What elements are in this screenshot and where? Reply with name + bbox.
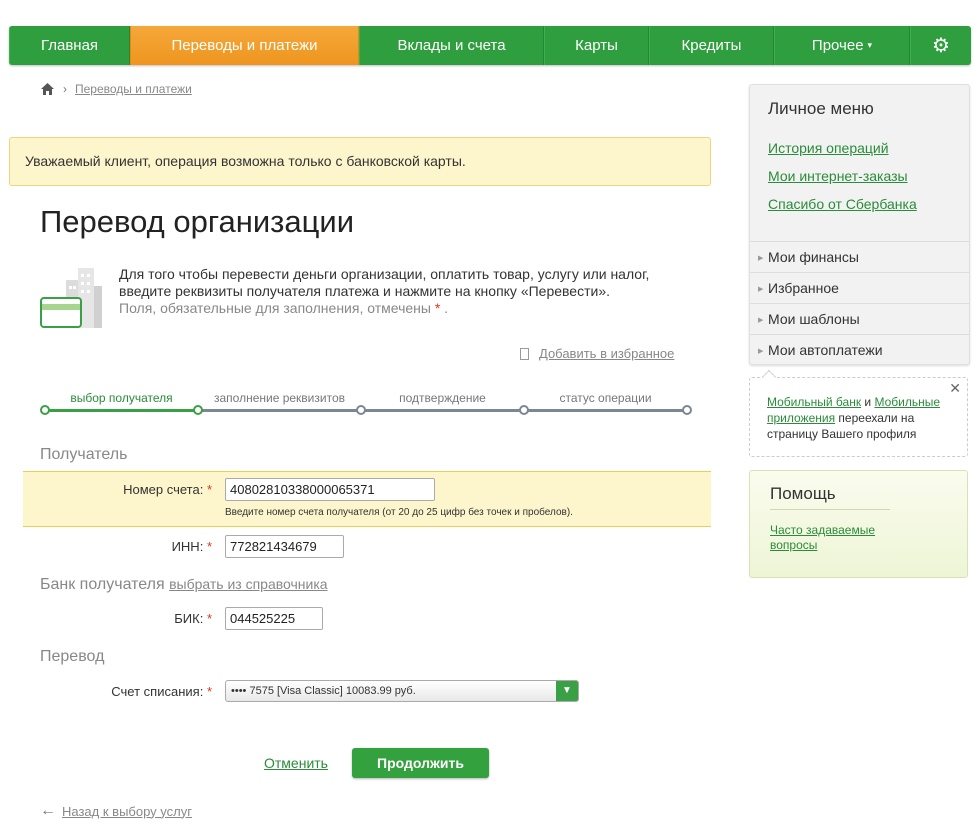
back-link[interactable]: ← Назад к выбору услуг [40, 802, 192, 820]
faq-link[interactable]: Часто задаваемые вопросы [770, 523, 910, 553]
favorite-label[interactable]: Добавить в избранное [539, 346, 674, 361]
nav-credits[interactable]: Кредиты [649, 26, 774, 65]
bik-label-text: БИК: [174, 611, 204, 626]
notice-pointer [761, 369, 777, 385]
required-star: * [206, 684, 212, 699]
organization-card-icon [40, 266, 104, 330]
internet-orders-link[interactable]: Мои интернет-заказы [768, 168, 908, 184]
breadcrumb-transfers[interactable]: Переводы и платежи [75, 82, 192, 96]
account-number-input[interactable] [225, 478, 435, 501]
inn-label-text: ИНН: [171, 539, 204, 554]
personal-menu: Личное меню История операций Мои интерне… [749, 84, 970, 365]
breadcrumb: › Переводы и платежи [40, 82, 192, 96]
inn-label: ИНН: * [40, 539, 212, 554]
chevron-down-icon: ▾ [867, 40, 873, 50]
section-bank: Банк получателя выбрать из справочника [40, 576, 328, 594]
nav-deposits[interactable]: Вклады и счета [359, 26, 544, 65]
nav-cards[interactable]: Карты [544, 26, 649, 65]
required-star: * [206, 482, 212, 497]
gear-icon: ⚙ [932, 35, 950, 57]
mobile-notice: ✕ Мобильный банк и Мобильные приложения … [749, 369, 968, 457]
close-icon[interactable]: ✕ [949, 380, 961, 396]
nav-transfers[interactable]: Переводы и платежи [130, 26, 359, 65]
cancel-link[interactable]: Отменить [264, 755, 328, 771]
intro-main: Для того чтобы перевести деньги организа… [119, 266, 650, 299]
page-title: Перевод организации [40, 204, 355, 239]
step-label-4: статус операции [559, 391, 652, 405]
main-nav: Главная Переводы и платежи Вклады и счет… [9, 26, 971, 65]
favorite-link[interactable]: Добавить в избранное [520, 346, 674, 361]
menu-templates-label: Мои шаблоны [768, 311, 860, 327]
bik-label: БИК: * [40, 611, 212, 626]
menu-finances[interactable]: ▶ Мои финансы [750, 241, 969, 272]
nav-credits-label: Кредиты [681, 37, 742, 54]
home-icon[interactable] [40, 82, 55, 96]
required-note-dot: . [444, 300, 449, 316]
bookmark-icon [520, 347, 529, 360]
nav-transfers-label: Переводы и платежи [171, 37, 318, 54]
progress-line-todo [198, 409, 690, 412]
required-star: * [434, 300, 441, 316]
menu-templates[interactable]: ▶ Мои шаблоны [750, 303, 969, 334]
menu-finances-label: Мои финансы [768, 249, 859, 265]
back-label[interactable]: Назад к выбору услуг [62, 804, 192, 819]
arrow-left-icon: ← [40, 802, 56, 819]
step-label-2: заполнение реквизитов [213, 391, 345, 405]
step-dot-1 [40, 405, 50, 415]
required-star: * [206, 611, 212, 626]
account-hint: Введите номер счета получателя (от 20 до… [225, 507, 573, 518]
menu-autopayments-label: Мои автоплатежи [768, 342, 883, 358]
help-box: Помощь Часто задаваемые вопросы [749, 470, 968, 578]
nav-more-label: Прочее [811, 37, 864, 54]
required-note: Поля, обязательные для заполнения, отмеч… [119, 300, 448, 316]
progress-steps: выбор получателя заполнение реквизитов п… [40, 388, 695, 418]
step-dot-5 [682, 405, 692, 415]
account-label-text: Номер счета: [123, 482, 204, 497]
menu-favorites-label: Избранное [768, 280, 839, 296]
nav-home-label: Главная [40, 37, 99, 54]
menu-autopayments[interactable]: ▶ Мои автоплатежи [750, 334, 969, 365]
section-bank-title: Банк получателя [40, 576, 165, 593]
account-label: Номер счета: * [40, 482, 212, 497]
help-title: Помощь [770, 484, 836, 503]
source-account-value: •••• 7575 [Visa Classic] 10083.99 руб. [231, 685, 416, 697]
personal-menu-title: Личное меню [768, 99, 874, 118]
section-transfer: Перевод [40, 648, 105, 665]
mobile-bank-link[interactable]: Мобильный банк [767, 395, 861, 409]
continue-button[interactable]: Продолжить [352, 748, 489, 778]
history-link[interactable]: История операций [768, 140, 889, 156]
thanks-link[interactable]: Спасибо от Сбербанка [768, 196, 917, 212]
nav-deposits-label: Вклады и счета [397, 37, 506, 54]
step-label-1: выбор получателя [70, 391, 173, 405]
chevron-right-icon: › [63, 82, 67, 96]
nav-more[interactable]: Прочее ▾ [774, 26, 910, 65]
section-recipient: Получатель [40, 446, 128, 463]
inn-input[interactable] [225, 535, 344, 558]
triangle-right-icon: ▶ [758, 348, 764, 355]
step-dot-3 [356, 405, 366, 415]
required-note-text: Поля, обязательные для заполнения, отмеч… [119, 300, 431, 316]
menu-favorites[interactable]: ▶ Избранное [750, 272, 969, 303]
triangle-right-icon: ▶ [758, 317, 764, 324]
source-label-text: Счет списания: [111, 684, 204, 699]
nav-home[interactable]: Главная [9, 26, 130, 65]
warning-banner: Уважаемый клиент, операция возможна толь… [9, 137, 711, 186]
progress-line-done [45, 409, 198, 412]
triangle-right-icon: ▶ [758, 286, 764, 293]
nav-settings[interactable]: ⚙ [910, 26, 971, 65]
source-account-select[interactable]: •••• 7575 [Visa Classic] 10083.99 руб. ▼ [225, 680, 579, 702]
source-label: Счет списания: * [40, 684, 212, 699]
notice-and: и [861, 395, 875, 409]
step-dot-4 [519, 405, 529, 415]
help-divider [770, 509, 890, 510]
nav-cards-label: Карты [575, 37, 618, 54]
chevron-down-icon[interactable]: ▼ [556, 681, 578, 701]
choose-from-directory-link[interactable]: выбрать из справочника [169, 576, 327, 592]
intro-text: Для того чтобы перевести деньги организа… [119, 266, 679, 317]
bik-input[interactable] [225, 607, 323, 630]
step-label-3: подтверждение [399, 391, 486, 405]
step-dot-2 [193, 405, 203, 415]
required-star: * [206, 539, 212, 554]
triangle-right-icon: ▶ [758, 255, 764, 262]
